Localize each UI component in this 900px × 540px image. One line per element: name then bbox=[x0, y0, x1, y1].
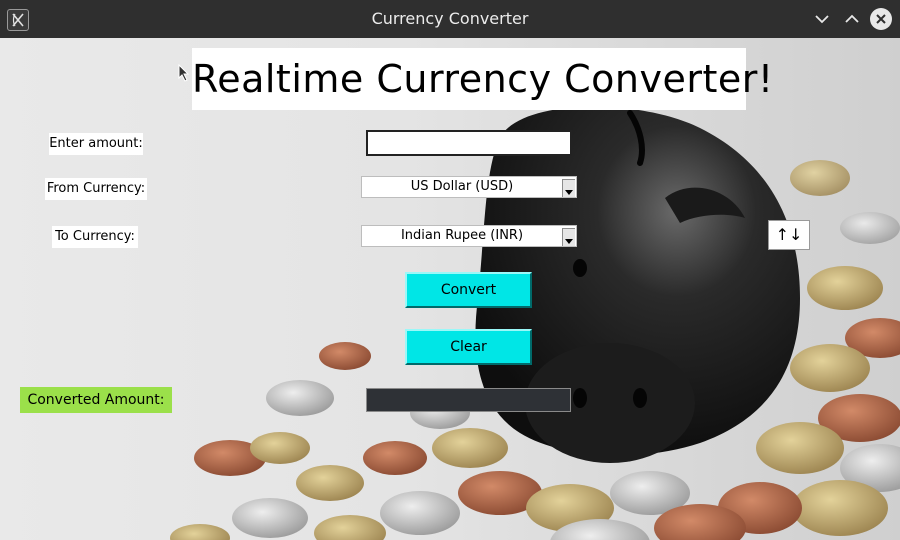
from-currency-label: From Currency: bbox=[45, 178, 147, 200]
from-currency-dropdown-button[interactable] bbox=[562, 179, 575, 197]
clear-button[interactable]: Clear bbox=[405, 329, 532, 365]
close-icon bbox=[876, 14, 886, 24]
amount-label: Enter amount: bbox=[49, 133, 143, 155]
to-currency-dropdown-button[interactable] bbox=[562, 228, 575, 246]
converted-amount-label: Converted Amount: bbox=[20, 387, 172, 413]
maximize-icon bbox=[845, 14, 859, 23]
to-currency-select[interactable]: Indian Rupee (INR) bbox=[361, 225, 577, 247]
main-panel: Realtime Currency Converter! Enter amoun… bbox=[0, 38, 900, 540]
mouse-cursor-icon bbox=[178, 64, 190, 82]
convert-button[interactable]: Convert bbox=[405, 272, 532, 308]
from-currency-select[interactable]: US Dollar (USD) bbox=[361, 176, 577, 198]
dropdown-arrow-icon bbox=[565, 239, 573, 244]
heading-box: Realtime Currency Converter! bbox=[192, 48, 774, 110]
close-button[interactable] bbox=[870, 8, 892, 30]
page-title: Realtime Currency Converter! bbox=[192, 57, 774, 101]
maximize-button[interactable] bbox=[841, 8, 863, 30]
from-currency-value: US Dollar (USD) bbox=[410, 179, 514, 194]
app-window: Currency Converter Realtime Currency Con… bbox=[0, 0, 900, 540]
swap-currencies-button[interactable]: ↑↓ bbox=[768, 220, 810, 250]
minimize-icon bbox=[815, 15, 829, 24]
window-title: Currency Converter bbox=[371, 9, 529, 28]
to-currency-label: To Currency: bbox=[52, 226, 138, 248]
converted-amount-field bbox=[366, 388, 571, 412]
to-currency-value: Indian Rupee (INR) bbox=[400, 228, 524, 243]
dropdown-arrow-icon bbox=[565, 190, 573, 195]
title-bar[interactable]: Currency Converter bbox=[0, 0, 900, 38]
amount-input[interactable] bbox=[366, 130, 572, 156]
minimize-button[interactable] bbox=[811, 8, 833, 30]
